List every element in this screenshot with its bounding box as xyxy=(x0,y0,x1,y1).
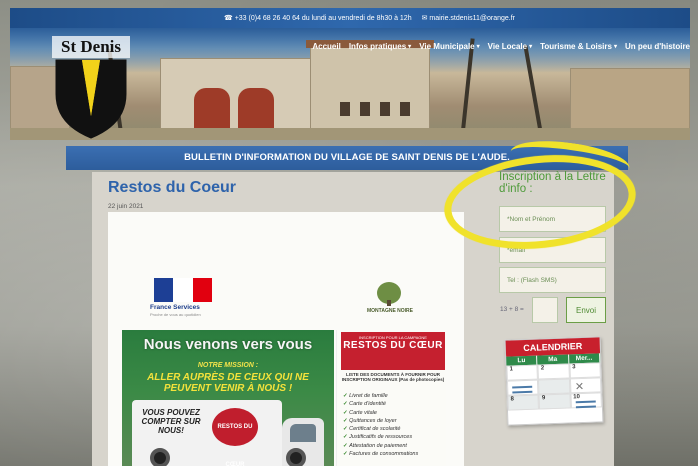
chevron-down-icon: ▾ xyxy=(476,44,480,50)
email-text: mairie.stdenis11@orange.fr xyxy=(429,15,515,22)
email-contact[interactable]: ✉ mairie.stdenis11@orange.fr xyxy=(422,14,515,22)
flyer-right-small: INSCRIPTION POUR LA CAMPAGNE xyxy=(359,335,427,340)
calendar-cell[interactable]: 3 xyxy=(569,362,601,379)
main-nav: Accueil Infos pratiques ▾ Vie Municipale ▾… xyxy=(312,42,690,51)
date-label: 8 xyxy=(510,396,515,403)
page-frame: ☎ +33 (0)4 68 26 40 64 du lundi au vendr… xyxy=(0,0,698,466)
nav-label: Vie Locale xyxy=(487,42,528,51)
wheel-icon xyxy=(150,448,170,466)
calendar-grid: Lu Ma Mer... 1 2 3 ✕ 8 9 10 xyxy=(506,353,602,411)
list-item: Attestation de paiement xyxy=(343,442,443,450)
captcha-question: 13 + 8 = xyxy=(500,306,524,313)
calendar-cell[interactable]: 10 xyxy=(570,392,602,409)
post-title[interactable]: Restos du Coeur xyxy=(108,179,236,197)
flyer-right-title: RESTOS DU CŒUR xyxy=(343,340,443,351)
calendar-widget[interactable]: CALENDRIER Lu Ma Mer... 1 2 3 ✕ 8 9 10 xyxy=(504,336,604,426)
nav-label: Un peu d'histoire xyxy=(624,42,690,51)
list-item: Carte d'identité xyxy=(343,400,443,408)
header-photo-window xyxy=(400,102,410,116)
nav-label: Tourisme & Loisirs xyxy=(540,42,612,51)
montagne-noire-label: MONTAGNE NOIRE xyxy=(366,308,414,314)
nav-item-tourisme[interactable]: Tourisme & Loisirs ▾ xyxy=(540,42,617,51)
nav-item-vie-municipale[interactable]: Vie Municipale ▾ xyxy=(419,42,479,51)
french-flag-icon xyxy=(154,278,212,302)
event-lines-icon xyxy=(512,385,533,394)
date-label: 9 xyxy=(541,395,546,402)
calendar-cell[interactable]: 9 xyxy=(538,393,571,410)
calendar-cell[interactable]: 1 xyxy=(506,364,539,381)
post-date: 22 juin 2021 xyxy=(108,203,144,210)
chevron-down-icon: ▾ xyxy=(408,44,412,50)
shield-icon xyxy=(55,59,127,139)
event-lines-icon xyxy=(575,400,596,409)
nav-item-infos-pratiques[interactable]: Infos pratiques ▾ xyxy=(349,42,411,51)
calendar-cell[interactable] xyxy=(506,379,539,396)
header-photo-window xyxy=(340,102,350,116)
france-services-label: France Services xyxy=(150,304,200,311)
header-photo-tree xyxy=(460,38,475,140)
nav-item-accueil[interactable]: Accueil xyxy=(312,42,340,51)
phone-field[interactable] xyxy=(499,267,606,293)
nav-label: Vie Municipale xyxy=(419,42,475,51)
flyer-mission: NOTRE MISSION : xyxy=(197,362,259,369)
flyer-right-header: INSCRIPTION POUR LA CAMPAGNE RESTOS DU C… xyxy=(341,332,445,370)
truck-text: VOUS POUVEZ COMPTER SUR NOUS! xyxy=(141,408,201,435)
truck-window xyxy=(290,424,316,442)
date-label: 10 xyxy=(573,394,581,401)
newsletter-title: Inscription à la Lettre d'info : xyxy=(499,171,606,195)
bulletin-banner: BULLETIN D'INFORMATION DU VILLAGE DE SAI… xyxy=(66,146,628,170)
flyer-right-panel: INSCRIPTION POUR LA CAMPAGNE RESTOS DU C… xyxy=(336,330,446,466)
nav-item-vie-locale[interactable]: Vie Locale ▾ xyxy=(488,42,532,51)
list-item: Justificatifs de ressources xyxy=(343,433,443,441)
calendar-cell[interactable]: 8 xyxy=(507,394,540,411)
header-photo-window xyxy=(360,102,370,116)
restos-badge: RESTOS DU CŒUR xyxy=(212,408,258,466)
list-item: Carte vitale xyxy=(343,409,443,417)
flyer-slogan: ALLER AUPRÈS DE CEUX QUI NE PEUVENT VENI… xyxy=(147,372,309,394)
calendar-cell[interactable]: 2 xyxy=(537,363,570,380)
site-logo[interactable]: St Denis xyxy=(52,36,130,140)
chevron-down-icon: ▾ xyxy=(613,44,617,50)
captcha-input[interactable] xyxy=(532,297,558,323)
tree-trunk xyxy=(387,300,391,306)
header-photo-building xyxy=(310,46,430,140)
document-checklist: Livret de famille Carte d'identité Carte… xyxy=(343,392,443,458)
flyer-right-info: LISTE DES DOCUMENTS À FOURNIR POUR INSCR… xyxy=(341,372,445,382)
date-label: 1 xyxy=(509,366,514,373)
header-photo-tree xyxy=(523,45,544,140)
top-contact-bar: ☎ +33 (0)4 68 26 40 64 du lundi au vendr… xyxy=(10,8,690,28)
nav-item-histoire[interactable]: Un peu d'histoire xyxy=(625,42,690,51)
calendar-cell[interactable] xyxy=(538,378,571,395)
submit-button[interactable]: Envoi xyxy=(566,297,606,323)
email-field[interactable] xyxy=(499,237,606,263)
list-item: Livret de famille xyxy=(343,392,443,400)
date-label: 2 xyxy=(540,365,545,372)
list-item: Factures de consommations xyxy=(343,450,443,458)
france-services-logo: France Services Proche de vous au quotid… xyxy=(150,276,220,317)
montagne-noire-logo: MONTAGNE NOIRE xyxy=(365,282,415,316)
nav-label: Accueil xyxy=(312,42,341,51)
chevron-down-icon: ▾ xyxy=(529,44,533,50)
header-photo-window xyxy=(380,102,390,116)
flyer-headline: Nous venons vers vous xyxy=(143,336,313,353)
list-item: Quittances de loyer xyxy=(343,417,443,425)
name-field[interactable] xyxy=(499,206,606,232)
calendar-cell[interactable]: ✕ xyxy=(569,377,602,394)
cross-icon: ✕ xyxy=(574,380,585,394)
phone-text: +33 (0)4 68 26 40 64 du lundi au vendred… xyxy=(234,15,412,22)
date-label: 3 xyxy=(572,364,576,371)
list-item: Certificat de scolarité xyxy=(343,425,443,433)
wheel-icon xyxy=(286,448,306,466)
phone-contact[interactable]: ☎ +33 (0)4 68 26 40 64 du lundi au vendr… xyxy=(224,14,412,22)
nav-label: Infos pratiques xyxy=(348,42,407,51)
france-services-sub: Proche de vous au quotidien xyxy=(150,312,201,317)
